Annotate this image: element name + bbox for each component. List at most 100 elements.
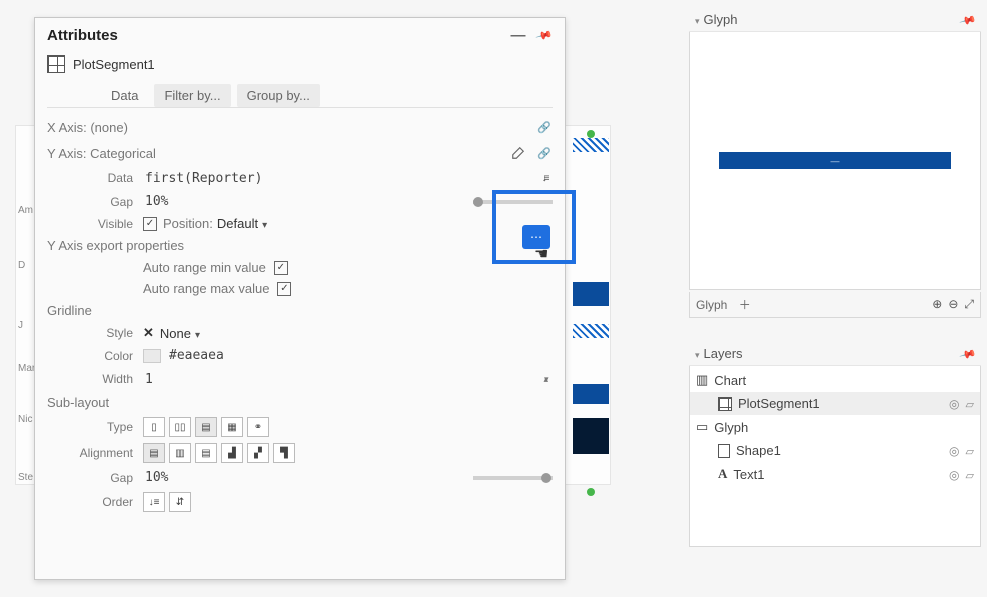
- cursor-hand-icon: ☚: [534, 244, 548, 264]
- zoom-in-icon[interactable]: ⊕: [932, 297, 942, 312]
- canvas-label: Am: [18, 205, 33, 216]
- erase-yaxis-icon[interactable]: [509, 144, 527, 162]
- position-dropdown[interactable]: Default: [217, 216, 267, 231]
- sort-icon[interactable]: [535, 169, 553, 187]
- layers-panel: Layers ▥ Chart PlotSegment1 ▭ Glyph Shap…: [689, 342, 981, 547]
- object-name: PlotSegment1: [73, 57, 155, 72]
- order-sort-icon[interactable]: ↓≡: [143, 492, 165, 512]
- visibility-icon[interactable]: [949, 467, 959, 482]
- auto-min-label: Auto range min value: [143, 260, 266, 275]
- zoom-fit-icon[interactable]: ⤢: [964, 297, 974, 312]
- sublayout-section: Sub-layout: [47, 395, 109, 410]
- type-stack-icon[interactable]: ▯: [143, 417, 165, 437]
- color-swatch[interactable]: [143, 349, 161, 363]
- bind-xaxis-icon[interactable]: [535, 118, 553, 136]
- sublayout-gap-label: Gap: [47, 471, 143, 485]
- layer-row-plotsegment[interactable]: PlotSegment1: [690, 392, 980, 415]
- align-label: Alignment: [47, 446, 143, 460]
- canvas-label: Nic: [18, 414, 32, 425]
- style-dropdown[interactable]: None: [160, 326, 200, 341]
- width-stepper[interactable]: [535, 370, 553, 388]
- auto-max-checkbox[interactable]: ✓: [277, 282, 291, 296]
- zoom-out-icon[interactable]: ⊖: [948, 297, 958, 312]
- layer-label: PlotSegment1: [738, 396, 820, 411]
- gridline-section: Gridline: [47, 303, 92, 318]
- layer-row-chart[interactable]: ▥ Chart: [690, 368, 980, 392]
- bind-yaxis-icon[interactable]: [535, 144, 553, 162]
- xaxis-section: X Axis: (none): [47, 120, 128, 135]
- pin-icon[interactable]: [535, 26, 553, 44]
- plotsegment-icon: [47, 55, 65, 73]
- tab-filter[interactable]: Filter by...: [154, 84, 230, 107]
- layer-row-shape[interactable]: Shape1: [690, 439, 980, 462]
- layer-row-glyph[interactable]: ▭ Glyph: [690, 415, 980, 439]
- order-reverse-icon[interactable]: ⇵: [169, 492, 191, 512]
- width-input[interactable]: [143, 371, 535, 388]
- layer-label: Text1: [733, 467, 764, 482]
- type-grid-icon[interactable]: ▦: [221, 417, 243, 437]
- visible-checkbox[interactable]: ✓: [143, 217, 157, 231]
- erase-icon[interactable]: [966, 467, 974, 482]
- align-left-icon[interactable]: ▤: [143, 443, 165, 463]
- type-packing-icon[interactable]: ⚭: [247, 417, 269, 437]
- color-input[interactable]: [167, 347, 553, 364]
- align-right-icon[interactable]: ▤: [195, 443, 217, 463]
- auto-min-checkbox[interactable]: ✓: [274, 261, 288, 275]
- style-label: Style: [47, 326, 143, 340]
- visibility-icon[interactable]: [949, 443, 959, 458]
- style-value: None: [160, 326, 191, 341]
- align-top-icon[interactable]: ▜: [273, 443, 295, 463]
- color-label: Color: [47, 349, 143, 363]
- glyph-header: Glyph: [704, 12, 738, 27]
- layers-header: Layers: [704, 346, 743, 361]
- chart-icon: ▥: [696, 372, 708, 388]
- plotsegment-icon: [718, 397, 732, 411]
- yaxis-gap-slider[interactable]: [473, 200, 553, 204]
- tab-data[interactable]: Data: [101, 84, 148, 107]
- position-value: Default: [217, 216, 258, 231]
- position-label: Position:: [163, 216, 213, 231]
- pin-icon[interactable]: [961, 346, 975, 361]
- minimize-icon[interactable]: —: [509, 26, 527, 44]
- yaxis-gap-label: Gap: [47, 195, 143, 209]
- erase-icon[interactable]: [966, 443, 974, 458]
- glyph-panel: Glyph — Glyph ＋ ⊕ ⊖ ⤢: [689, 8, 981, 318]
- auto-max-label: Auto range max value: [143, 281, 269, 296]
- visible-label: Visible: [47, 217, 143, 231]
- sublayout-gap-input[interactable]: [143, 469, 316, 486]
- erase-icon[interactable]: [966, 396, 974, 411]
- tab-group[interactable]: Group by...: [237, 84, 320, 107]
- order-label: Order: [47, 495, 143, 509]
- width-label: Width: [47, 372, 143, 386]
- yaxis-data-label: Data: [47, 171, 143, 185]
- glyph-footer-label: Glyph: [696, 298, 727, 312]
- layer-label: Glyph: [714, 420, 748, 435]
- layer-label: Shape1: [736, 443, 781, 458]
- layer-row-text[interactable]: Text1: [690, 462, 980, 486]
- canvas-label: Mar: [18, 363, 35, 374]
- visibility-icon[interactable]: [949, 396, 959, 411]
- shape-icon: [718, 444, 730, 458]
- canvas-label: J: [18, 320, 23, 331]
- align-bottom-icon[interactable]: ▟: [221, 443, 243, 463]
- glyph-preview[interactable]: —: [689, 32, 981, 290]
- align-middle-icon[interactable]: ▞: [247, 443, 269, 463]
- attributes-panel: Attributes — PlotSegment1 Data Filter by…: [34, 17, 566, 580]
- export-section: Y Axis export properties: [47, 238, 184, 253]
- type-columns-icon[interactable]: ▯▯: [169, 417, 191, 437]
- canvas-label: D: [18, 260, 25, 271]
- add-glyph-button[interactable]: ＋: [739, 298, 751, 312]
- align-center-icon[interactable]: ▥: [169, 443, 191, 463]
- panel-title: Attributes: [47, 27, 118, 44]
- pin-icon[interactable]: [961, 12, 975, 27]
- sublayout-gap-slider[interactable]: [473, 476, 553, 480]
- close-icon[interactable]: ✕: [143, 325, 154, 341]
- layer-label: Chart: [714, 373, 746, 388]
- canvas-label: Ste: [18, 472, 33, 483]
- yaxis-section: Y Axis: Categorical: [47, 146, 156, 161]
- text-icon: [718, 466, 727, 482]
- type-rows-icon[interactable]: ▤: [195, 417, 217, 437]
- glyph-icon: ▭: [696, 419, 708, 435]
- yaxis-data-input[interactable]: [143, 170, 535, 187]
- yaxis-gap-input[interactable]: [143, 193, 316, 210]
